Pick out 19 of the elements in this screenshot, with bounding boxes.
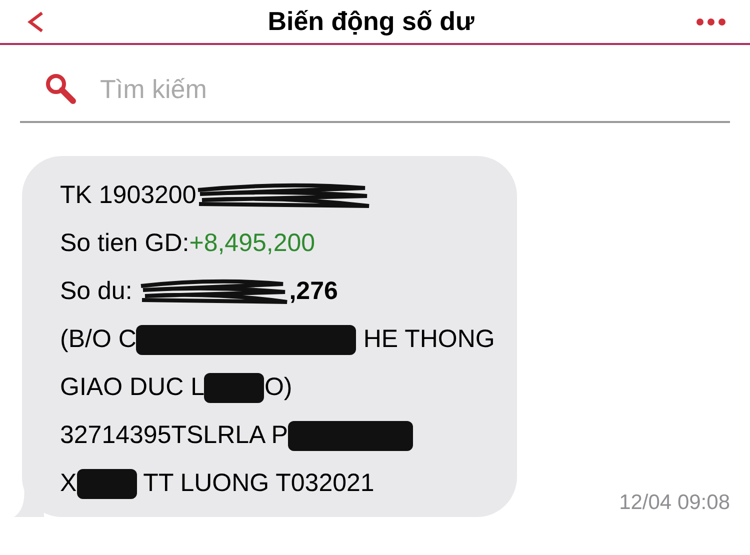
message-time: 12/04 09:08 xyxy=(619,490,730,516)
message-text: So du: xyxy=(60,276,134,307)
message-text: X xyxy=(60,468,77,499)
message-text: So tien GD: xyxy=(60,228,190,259)
message-text: TK 1903200 xyxy=(60,180,196,211)
amount-text: +8,495,200 xyxy=(189,228,316,259)
screen-title: Biến động số dư xyxy=(268,5,474,38)
search-icon xyxy=(44,72,78,106)
message-text: O) xyxy=(264,372,292,403)
message-text: HE THONG xyxy=(362,324,495,355)
message-text: 32714395TSLRLA P xyxy=(60,420,288,451)
balance-text: ,276 xyxy=(289,276,338,307)
message-text: TT LUONG T032021 xyxy=(142,468,374,499)
message-text: GIAO DUC L xyxy=(60,372,204,403)
more-icon[interactable] xyxy=(696,18,726,26)
blackout-redaction xyxy=(204,372,264,402)
search-field[interactable]: Tìm kiếm xyxy=(100,70,500,108)
blackout-redaction xyxy=(76,468,137,498)
message-text: (B/O C xyxy=(60,324,136,355)
